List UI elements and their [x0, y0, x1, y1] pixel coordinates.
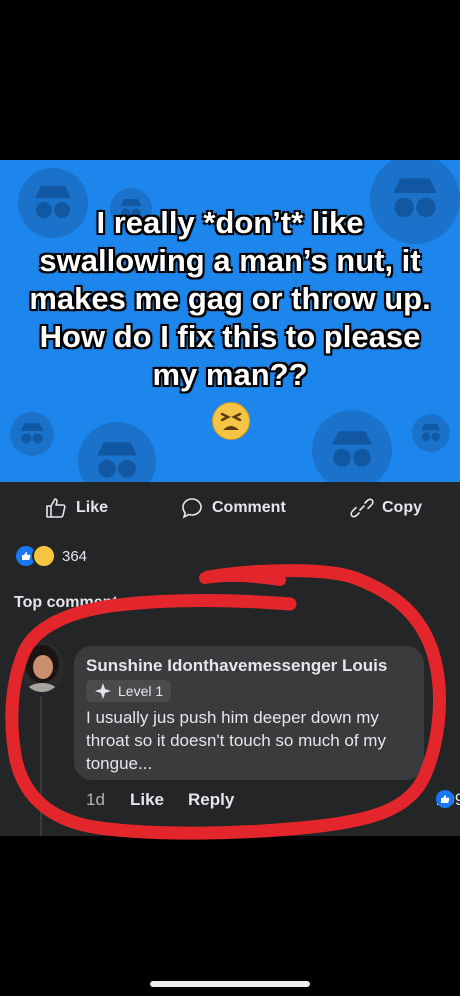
like-reaction-icon	[436, 790, 454, 808]
comments-filter-dropdown[interactable]: Top comments	[14, 594, 145, 612]
level-badge[interactable]: Level 1	[86, 680, 172, 702]
comment-like-button[interactable]: Like	[130, 790, 164, 810]
like-label: Like	[76, 499, 109, 516]
reaction-summary[interactable]: 364	[14, 544, 87, 568]
like-button[interactable]: Like	[44, 496, 108, 520]
thread-line	[40, 696, 42, 836]
comment-button[interactable]: Comment	[180, 496, 286, 520]
comment-text: I usually jus push him deeper down my th…	[86, 708, 386, 773]
comment-timestamp: 1d	[86, 790, 105, 809]
avatar[interactable]	[20, 642, 64, 692]
thumbs-up-icon	[46, 498, 66, 518]
comments-filter-label: Top comments	[14, 594, 127, 611]
incognito-icon	[412, 414, 450, 452]
chevron-down-icon	[133, 600, 144, 607]
comment-author[interactable]: Sunshine Idonthavemessenger Louis	[86, 656, 387, 676]
sparkle-badge-icon	[95, 683, 111, 699]
haha-reaction-icon	[32, 544, 56, 568]
copy-button[interactable]: Copy	[350, 496, 422, 520]
comment-bubble[interactable]: Sunshine Idonthavemessenger Louis Level …	[74, 646, 424, 780]
link-icon	[350, 498, 374, 518]
post-text: I really *don’t* like swallowing a man’s…	[29, 205, 431, 392]
incognito-icon	[10, 412, 54, 456]
incognito-icon	[312, 410, 392, 482]
action-bar: Like Comment Copy	[0, 490, 460, 530]
level-badge-label: Level 1	[118, 683, 164, 699]
home-indicator[interactable]	[150, 981, 310, 987]
comment-reply-button[interactable]: Reply	[188, 790, 234, 810]
comment-icon	[182, 498, 202, 519]
tired-face-emoji-icon	[212, 402, 250, 440]
comment-label: Comment	[212, 499, 286, 516]
reaction-count: 364	[62, 547, 88, 565]
comment-actions: 1d Like Reply 299	[86, 790, 460, 814]
incognito-icon	[78, 422, 156, 482]
copy-label: Copy	[382, 499, 422, 516]
